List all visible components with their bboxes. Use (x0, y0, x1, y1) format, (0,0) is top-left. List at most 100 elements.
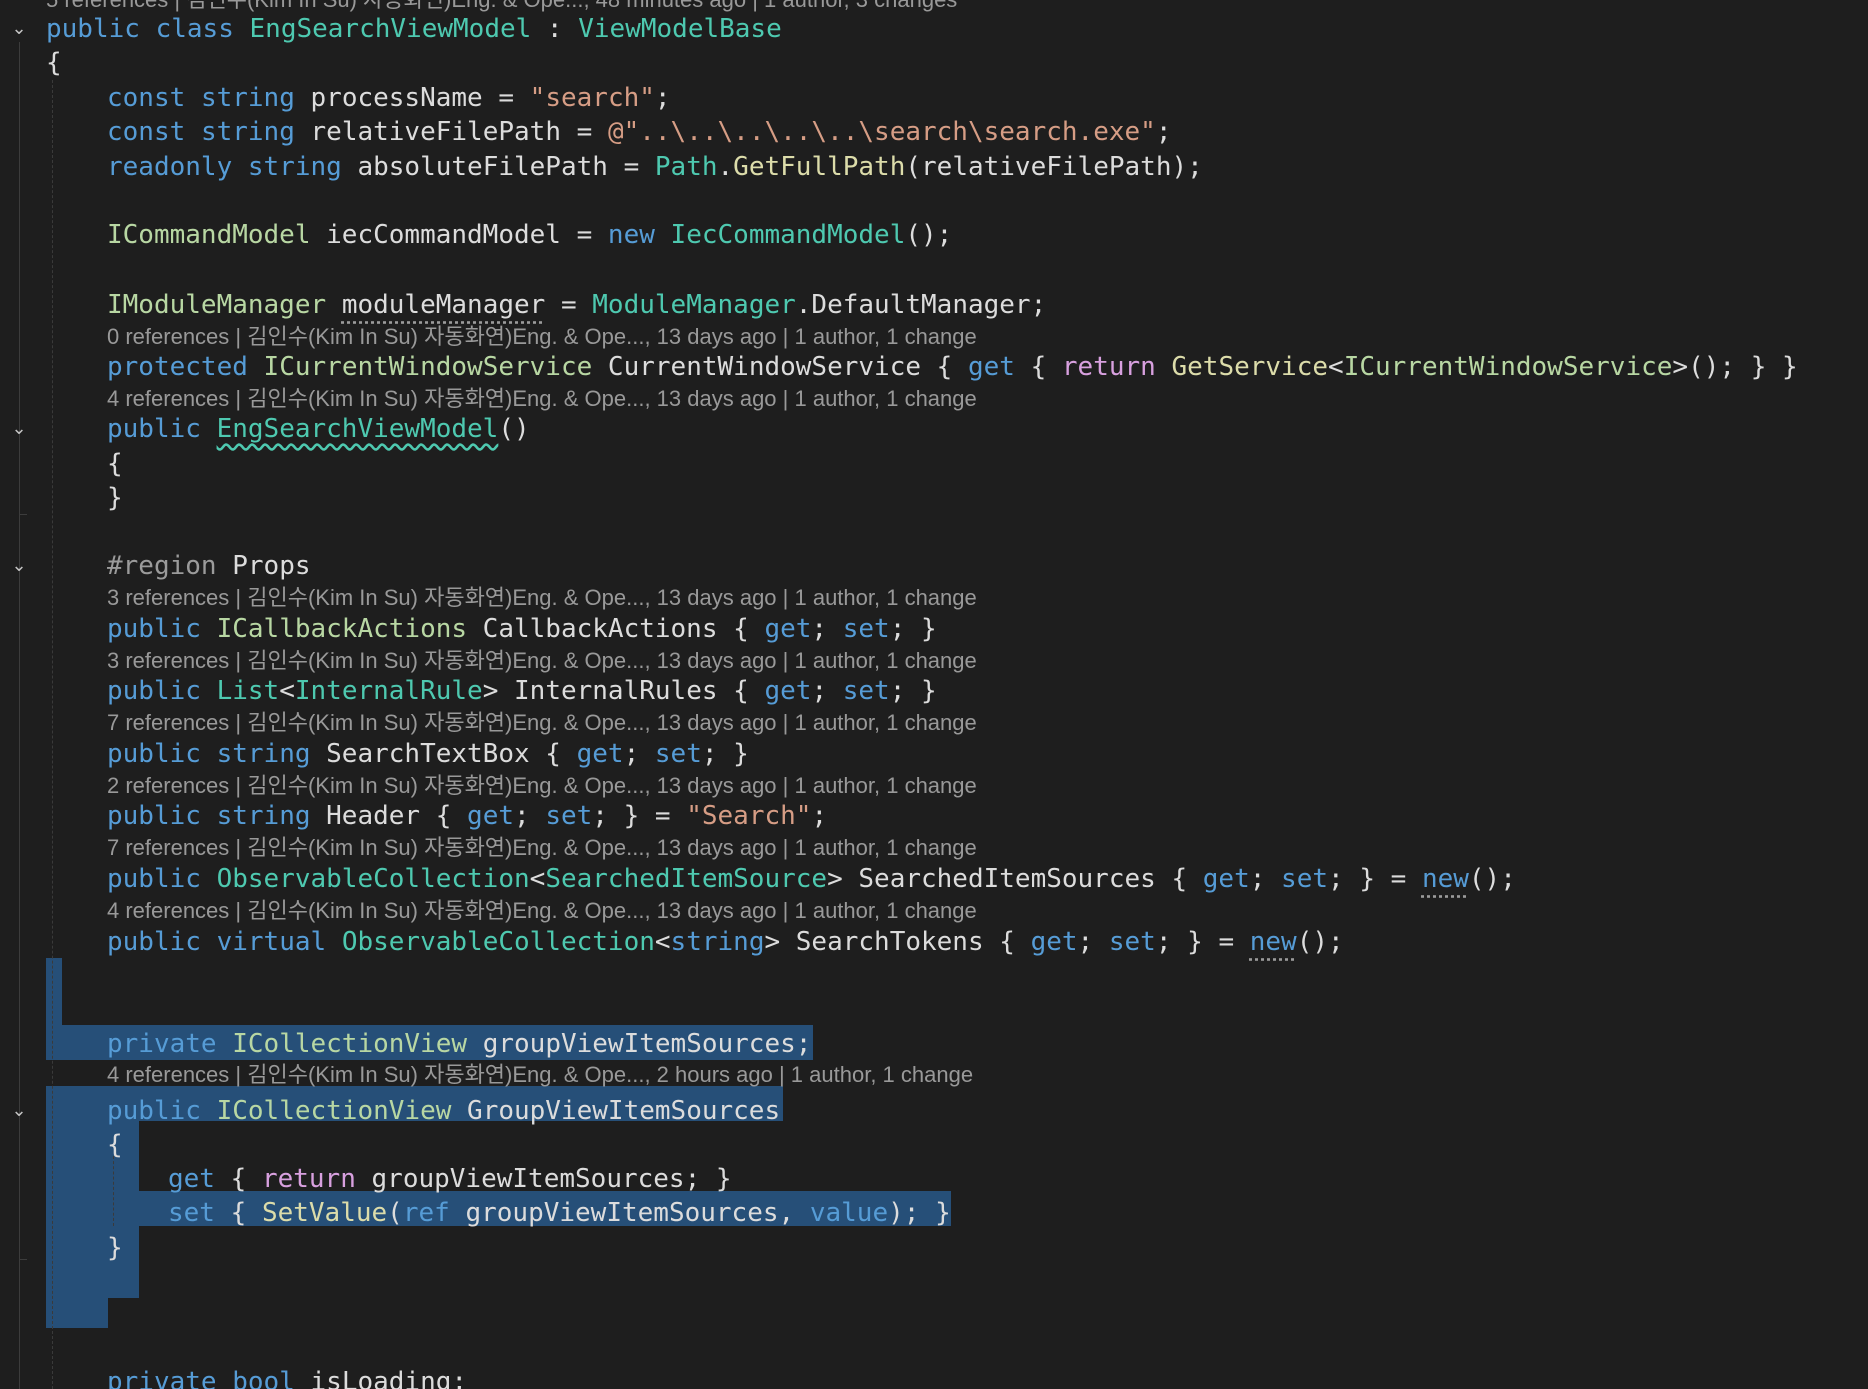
code-line[interactable]: { (46, 46, 62, 80)
code-line[interactable]: const string relativeFilePath = @"..\..\… (107, 115, 1171, 149)
code-token: new (607, 220, 655, 250)
code-token: GetService (1171, 352, 1329, 382)
code-token: moduleManager (341, 290, 546, 320)
code-token: set (1108, 927, 1156, 957)
codelens-annotation[interactable]: 3 references | 김인수(Kim In Su) 자동화연)Eng. … (107, 646, 977, 676)
code-token: ; } = (592, 801, 687, 831)
code-token: { (107, 449, 123, 479)
code-token: groupViewItemSources; } (355, 1164, 732, 1194)
code-line[interactable]: } (107, 1231, 123, 1265)
code-line[interactable]: readonly string absoluteFilePath = Path.… (107, 150, 1203, 184)
collapse-chevron-icon[interactable]: ⌄ (6, 1096, 32, 1126)
code-line[interactable]: const string processName = "search"; (107, 81, 671, 115)
code-line[interactable]: ICommandModel iecCommandModel = new IecC… (107, 218, 952, 252)
code-token: groupViewItemSources; (467, 1029, 812, 1059)
collapse-chevron-icon[interactable]: ⌄ (6, 551, 32, 581)
code-token: readonly (107, 152, 233, 182)
code-token: ; } = (1328, 864, 1422, 894)
collapse-chevron-icon[interactable]: ⌄ (6, 14, 32, 44)
codelens-annotation[interactable]: 3 references | 김인수(Kim In Su) 자동화연)Eng. … (107, 583, 977, 613)
code-line[interactable]: public ICollectionView GroupViewItemSour… (107, 1094, 780, 1128)
code-token: ObservableCollection (341, 927, 655, 957)
code-token: < (529, 864, 546, 894)
code-line[interactable]: protected ICurrentWindowService CurrentW… (107, 350, 1798, 384)
code-token: set (654, 739, 702, 769)
code-line[interactable]: public ICallbackActions CallbackActions … (107, 612, 937, 646)
codelens-annotation[interactable]: 2 references | 김인수(Kim In Su) 자동화연)Eng. … (107, 771, 977, 801)
collapse-chevron-icon[interactable]: ⌄ (6, 414, 32, 444)
code-token: return (1061, 352, 1156, 382)
code-token: #region (107, 551, 217, 581)
code-token: processName = (294, 83, 530, 113)
code-token: string (670, 927, 765, 957)
code-token: IecCommandModel (670, 220, 906, 250)
code-line[interactable]: public ObservableCollection<SearchedItem… (107, 862, 1516, 896)
code-token: string (200, 117, 295, 147)
code-token: string (216, 739, 311, 769)
code-line[interactable]: public string Header { get; set; } = "Se… (107, 799, 827, 833)
code-token: new (1249, 927, 1297, 957)
code-line[interactable]: #region Props (107, 549, 311, 583)
code-token: (); (905, 220, 953, 250)
code-token: < (654, 927, 671, 957)
codelens-annotation[interactable]: 4 references | 김인수(Kim In Su) 자동화연)Eng. … (107, 384, 977, 414)
code-token: public (107, 414, 201, 444)
code-token: virtual (216, 927, 327, 957)
codelens-annotation[interactable]: 4 references | 김인수(Kim In Su) 자동화연)Eng. … (107, 1060, 973, 1090)
code-token: EngSearchViewModel (216, 414, 499, 444)
code-token: @"..\..\..\..\..\search\search.exe" (607, 117, 1156, 147)
code-line[interactable]: } (107, 481, 123, 515)
code-line[interactable]: public virtual ObservableCollection<stri… (107, 925, 1344, 959)
code-token: iecCommandModel = (310, 220, 608, 250)
code-token: { (46, 48, 62, 78)
code-token: } (107, 483, 123, 513)
code-token: "Search" (686, 801, 812, 831)
code-token: Path (654, 152, 718, 182)
code-token: List (216, 676, 280, 706)
codelens-annotation[interactable]: 4 references | 김인수(Kim In Su) 자동화연)Eng. … (107, 896, 977, 926)
code-line[interactable]: public EngSearchViewModel() (107, 412, 530, 446)
code-token: ICallbackActions (216, 614, 468, 644)
code-token: get (764, 614, 812, 644)
code-token: = (545, 290, 593, 320)
code-token: ViewModelBase (578, 14, 782, 44)
code-line[interactable]: IModuleManager moduleManager = ModuleMan… (107, 288, 1046, 322)
code-token: groupViewItemSources, (449, 1198, 810, 1228)
code-line[interactable]: public class EngSearchViewModel : ViewMo… (46, 12, 782, 46)
code-token: ref (402, 1198, 450, 1228)
codelens-annotation[interactable]: 0 references | 김인수(Kim In Su) 자동화연)Eng. … (107, 322, 977, 352)
code-editor[interactable]: 5 references | 김인수(Kim In Su) 자동화연)Eng. … (0, 0, 1868, 1389)
codelens-annotation[interactable]: 7 references | 김인수(Kim In Su) 자동화연)Eng. … (107, 833, 977, 863)
code-line[interactable]: { (107, 1128, 123, 1162)
codelens-annotation[interactable]: 7 references | 김인수(Kim In Su) 자동화연)Eng. … (107, 708, 977, 738)
code-token: string (200, 83, 295, 113)
code-line[interactable]: set { SetValue(ref groupViewItemSources,… (168, 1196, 951, 1230)
code-token: ; (623, 739, 655, 769)
code-line[interactable]: public List<InternalRule> InternalRules … (107, 674, 937, 708)
code-token: () (498, 414, 530, 444)
code-token: CurrentWindowService { (592, 352, 968, 382)
code-token: ObservableCollection (216, 864, 530, 894)
code-token: isLoading; (294, 1367, 468, 1389)
code-line[interactable]: get { return groupViewItemSources; } (168, 1162, 732, 1196)
code-token: { (214, 1198, 262, 1228)
code-line[interactable]: public string SearchTextBox { get; set; … (107, 737, 749, 771)
code-token: get (1202, 864, 1250, 894)
code-token: Props (216, 551, 311, 581)
code-token: . (717, 152, 734, 182)
code-token: > SearchTokens { (764, 927, 1031, 957)
code-line[interactable]: private ICollectionView groupViewItemSou… (107, 1027, 811, 1061)
code-token: bool (232, 1367, 295, 1389)
code-line[interactable]: private bool isLoading; (107, 1365, 467, 1389)
code-line[interactable]: { (107, 447, 123, 481)
code-token: ; } (889, 676, 937, 706)
code-token: get (168, 1164, 215, 1194)
code-token: InternalRule (294, 676, 483, 706)
